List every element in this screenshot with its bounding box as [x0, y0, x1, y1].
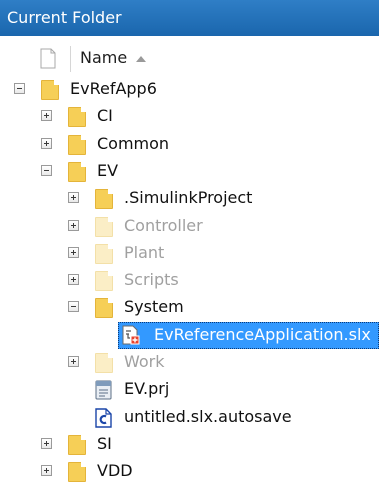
project-file-icon [95, 380, 112, 400]
tree-item-label: EV.prj [124, 379, 170, 399]
expand-icon[interactable] [41, 465, 52, 477]
simulink-model-icon [122, 325, 140, 345]
tree-row[interactable]: .SimulinkProject [0, 185, 379, 212]
tree-row[interactable]: System [0, 294, 379, 321]
collapse-icon[interactable] [68, 301, 79, 313]
folder-icon [68, 134, 86, 155]
tree-row[interactable]: EvRefApp6 [0, 76, 379, 103]
tree-item-label: Common [97, 133, 170, 153]
tree-row[interactable]: Common [0, 131, 379, 158]
panel-title-bar[interactable]: Current Folder [0, 0, 379, 36]
tree-item-label: CI [97, 106, 113, 126]
tree-row[interactable]: Controller [0, 213, 379, 240]
expand-icon[interactable] [41, 437, 52, 449]
folder-icon [68, 462, 86, 483]
tree-row[interactable]: VDD [0, 458, 379, 485]
tree-row-selected[interactable]: EvReferenceApplication.slx [0, 321, 379, 349]
tree-item-label: System [124, 297, 184, 317]
folder-icon [95, 298, 113, 319]
folder-icon [95, 271, 113, 292]
expand-icon[interactable] [41, 110, 52, 122]
tree-item-label: EvRefApp6 [70, 79, 157, 98]
sort-ascending-icon [136, 56, 146, 62]
expand-icon[interactable] [68, 246, 79, 258]
panel-title: Current Folder [7, 8, 122, 27]
tree-row[interactable]: SI [0, 431, 379, 458]
folder-icon [95, 243, 113, 264]
tree-row[interactable]: CI [0, 103, 379, 130]
current-folder-panel: Current Folder Name EvRefApp6 CI Common EV.… [0, 0, 379, 485]
collapse-icon[interactable] [14, 83, 25, 94]
tree-row[interactable]: Work [0, 349, 379, 376]
tree-item-label: .SimulinkProject [124, 188, 253, 208]
expand-icon[interactable] [68, 192, 79, 204]
tree-item-label: Plant [124, 242, 165, 262]
tree-item-label: SI [97, 433, 112, 453]
column-separator[interactable] [70, 46, 71, 72]
tree-item-label: Controller [124, 215, 203, 235]
tree-row[interactable]: EV.prj [0, 376, 379, 403]
column-header: Name [0, 44, 379, 74]
expand-icon[interactable] [68, 274, 79, 286]
expand-icon[interactable] [41, 137, 52, 149]
tree-row[interactable]: untitled.slx.autosave [0, 404, 379, 431]
tree-row[interactable]: Scripts [0, 267, 379, 294]
collapse-icon[interactable] [41, 164, 52, 176]
folder-icon [68, 434, 86, 455]
folder-icon [68, 161, 86, 182]
tree-item-label: EV [97, 160, 119, 180]
expand-icon[interactable] [68, 356, 79, 367]
folder-icon [41, 80, 59, 100]
folder-icon [68, 107, 86, 128]
tree-item-label: EvReferenceApplication.slx [154, 324, 371, 344]
tree-item-label: Scripts [124, 270, 179, 290]
autosave-file-icon [95, 407, 112, 428]
name-column-header[interactable]: Name [80, 48, 127, 67]
expand-icon[interactable] [68, 219, 79, 231]
tree-row[interactable]: EV [0, 158, 379, 185]
tree-item-label: Work [124, 352, 165, 371]
folder-icon [95, 189, 113, 210]
tree-row[interactable]: Plant [0, 240, 379, 267]
file-type-column-icon[interactable] [40, 48, 56, 69]
folder-icon [95, 353, 113, 373]
tree-item-label: untitled.slx.autosave [124, 406, 292, 426]
folder-icon [95, 216, 113, 237]
tree-item-label: VDD [97, 461, 133, 481]
